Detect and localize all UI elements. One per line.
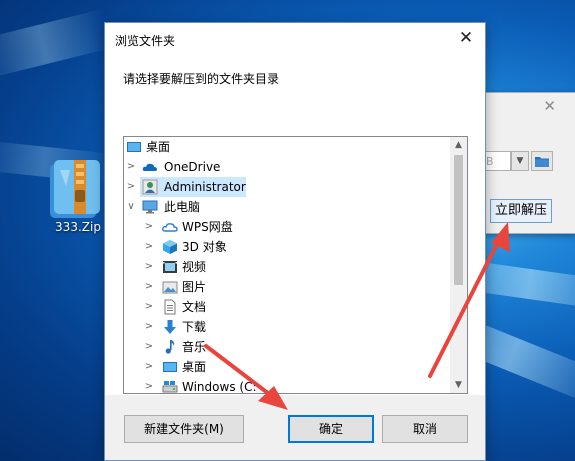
- tree-item-label: 文档: [182, 300, 207, 314]
- ok-button[interactable]: 确定: [288, 415, 374, 443]
- chevron-right-icon[interactable]: >: [144, 217, 154, 237]
- new-folder-button[interactable]: 新建文件夹(M): [124, 415, 244, 443]
- tree-item-wps-cloud[interactable]: > WPS网盘: [124, 217, 450, 237]
- zip-file-label[interactable]: 333.Zip: [48, 220, 108, 234]
- tree-item-label: 音乐: [182, 340, 207, 354]
- tree-item-music[interactable]: > 音乐: [124, 337, 450, 357]
- close-button[interactable]: ✕: [453, 25, 479, 51]
- chevron-right-icon[interactable]: >: [144, 277, 154, 297]
- cloud-icon: [142, 159, 158, 175]
- tree-item-videos[interactable]: > 视频: [124, 257, 450, 277]
- tree-item-pictures[interactable]: > 图片: [124, 277, 450, 297]
- tree-item-onedrive[interactable]: > OneDrive: [124, 157, 450, 177]
- tree-item-label: Administrator: [164, 180, 246, 194]
- desktop-icon: [162, 359, 178, 375]
- extract-now-button[interactable]: 立即解压: [490, 199, 552, 223]
- desktop-icon: [126, 139, 142, 155]
- folder-tree[interactable]: 桌面 > OneDrive > Administrator ∨ 此电脑 > WP…: [123, 136, 468, 394]
- vertical-scrollbar[interactable]: ▲ ▼: [450, 137, 467, 393]
- chevron-right-icon[interactable]: >: [144, 377, 154, 393]
- tree-item-label: 3D 对象: [182, 240, 227, 254]
- scroll-down-arrow-icon[interactable]: ▼: [450, 377, 467, 393]
- tree-item-desktop[interactable]: 桌面: [124, 137, 450, 157]
- chevron-right-icon[interactable]: >: [126, 177, 136, 197]
- cancel-button[interactable]: 取消: [382, 415, 468, 443]
- video-icon: [162, 259, 178, 275]
- documents-icon: [162, 299, 178, 315]
- pictures-icon: [162, 279, 178, 295]
- extract-window: ✕ B ▼ 立即解压: [483, 92, 575, 234]
- chevron-right-icon[interactable]: >: [144, 237, 154, 257]
- dialog-title: 浏览文件夹: [115, 34, 176, 48]
- scrollbar-thumb[interactable]: [454, 155, 463, 285]
- tree-item-label: 桌面: [182, 360, 207, 374]
- chevron-right-icon[interactable]: >: [144, 317, 154, 337]
- light-ray: [0, 9, 111, 80]
- chevron-right-icon[interactable]: >: [144, 257, 154, 277]
- chevron-down-icon[interactable]: ▼: [511, 151, 529, 171]
- browse-folder-dialog: 浏览文件夹 ✕ 请选择要解压到的文件夹目录 桌面 > OneDrive > Ad…: [104, 22, 486, 461]
- tree-item-label: 视频: [182, 260, 207, 274]
- tree-item-documents[interactable]: > 文档: [124, 297, 450, 317]
- tree-item-label: OneDrive: [164, 160, 221, 174]
- dialog-footer: 新建文件夹(M) 确定 取消: [105, 395, 485, 460]
- tree-item-label: 桌面: [146, 140, 171, 154]
- scroll-up-arrow-icon[interactable]: ▲: [450, 137, 467, 153]
- tree-item-downloads[interactable]: > 下载: [124, 317, 450, 337]
- chevron-down-icon[interactable]: ∨: [126, 197, 136, 217]
- downloads-icon: [162, 319, 178, 335]
- tree-item-label: 图片: [182, 280, 207, 294]
- chevron-right-icon[interactable]: >: [144, 297, 154, 317]
- tree-item-3d-objects[interactable]: > 3D 对象: [124, 237, 450, 257]
- zip-file-icon[interactable]: [48, 158, 104, 220]
- tree-item-desktop-2[interactable]: > 桌面: [124, 357, 450, 377]
- music-icon: [162, 339, 178, 355]
- wps-cloud-icon: [162, 219, 178, 235]
- path-input[interactable]: B: [483, 151, 511, 171]
- computer-icon: [142, 199, 158, 215]
- chevron-right-icon[interactable]: >: [126, 157, 136, 177]
- tree-item-windows-c[interactable]: > Windows (C:: [124, 377, 450, 394]
- tree-item-label: 下载: [182, 320, 207, 334]
- folder-icon[interactable]: [531, 151, 553, 171]
- chevron-right-icon[interactable]: >: [144, 357, 154, 377]
- instruction-text: 请选择要解压到的文件夹目录: [123, 72, 280, 86]
- tree-item-label: 此电脑: [164, 200, 201, 214]
- close-icon[interactable]: ✕: [543, 97, 556, 115]
- chevron-right-icon[interactable]: >: [144, 337, 154, 357]
- user-icon: [142, 179, 158, 195]
- tree-item-label: WPS网盘: [182, 220, 233, 234]
- drive-icon: [162, 379, 178, 393]
- tree-item-administrator[interactable]: > Administrator: [124, 177, 450, 197]
- tree-item-this-pc[interactable]: ∨ 此电脑: [124, 197, 450, 217]
- 3d-objects-icon: [162, 239, 178, 255]
- tree-item-label: Windows (C:: [182, 380, 257, 394]
